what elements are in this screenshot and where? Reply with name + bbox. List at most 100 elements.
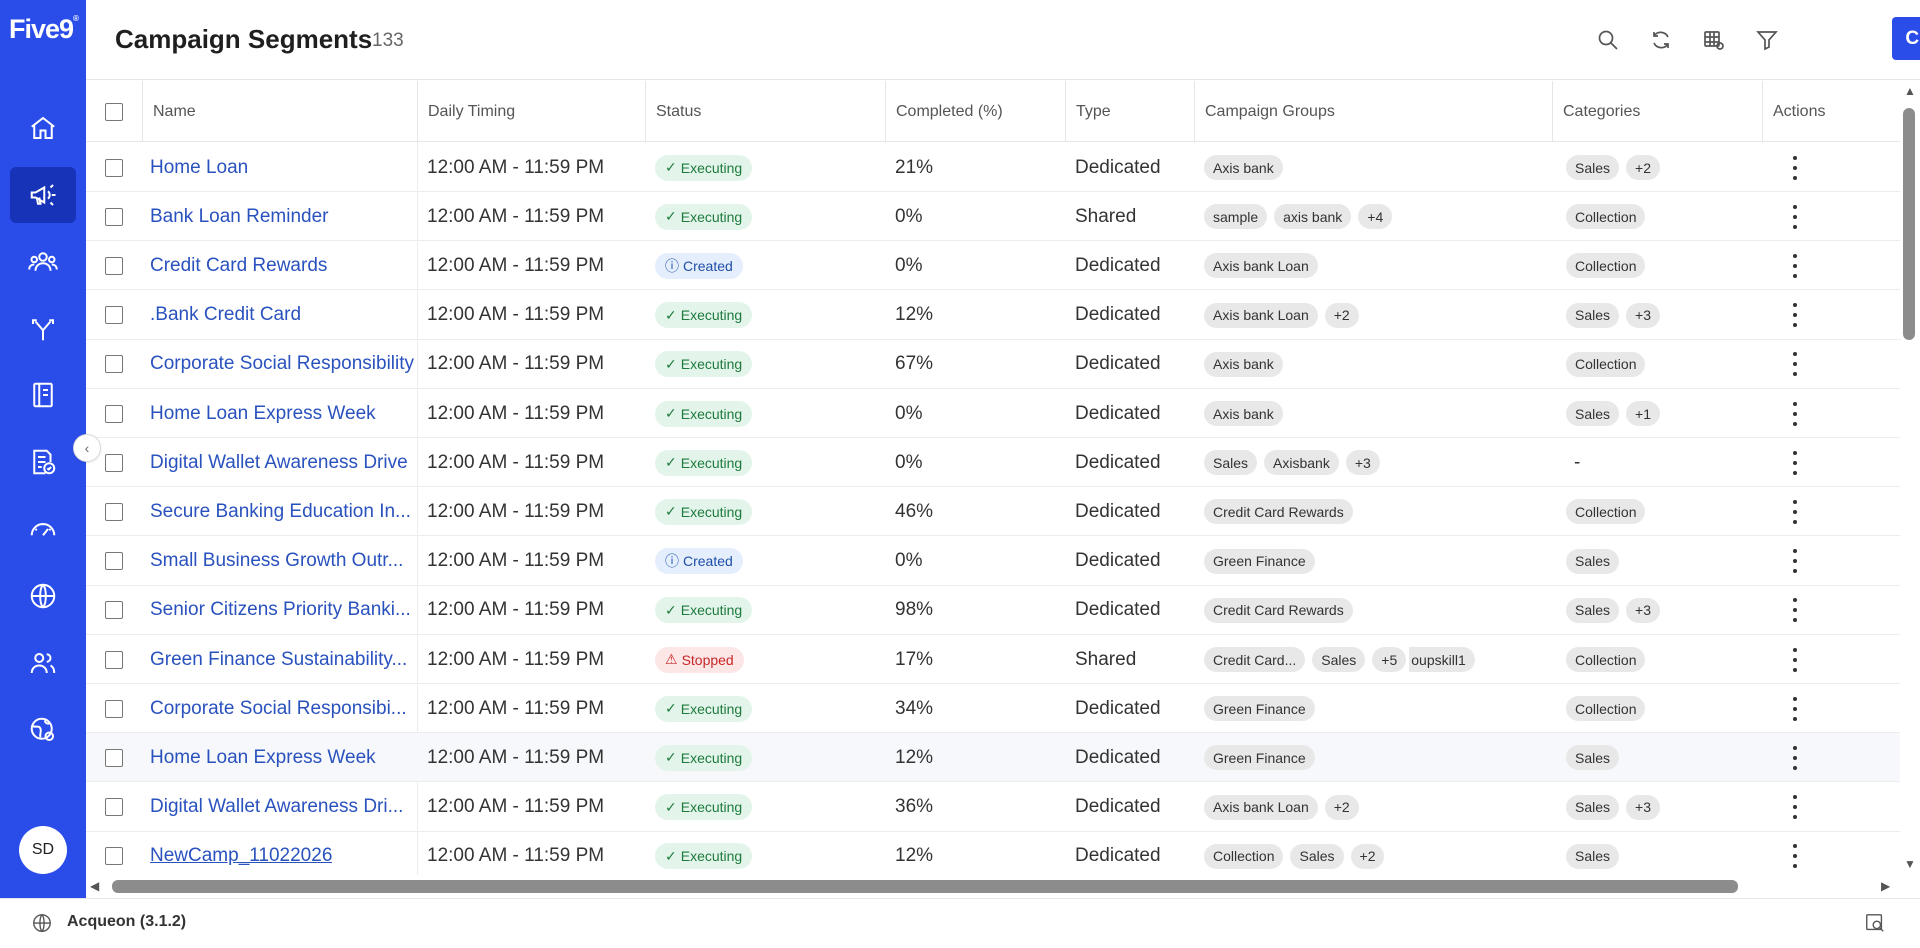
- row-checkbox[interactable]: [105, 699, 123, 718]
- nav-settings-globe[interactable]: [10, 702, 76, 758]
- table-row[interactable]: Green Finance Sustainability... 12:00 AM …: [86, 635, 1900, 684]
- campaign-group-chip[interactable]: Axisbank: [1264, 450, 1339, 476]
- nav-routing[interactable]: [10, 301, 76, 357]
- sidebar-collapse-button[interactable]: ‹: [73, 434, 101, 462]
- row-checkbox[interactable]: [105, 502, 123, 521]
- category-chip[interactable]: Collection: [1566, 696, 1646, 722]
- inspect-search-icon[interactable]: [1864, 912, 1886, 934]
- row-checkbox[interactable]: [105, 306, 123, 325]
- table-row[interactable]: Home Loan Express Week 12:00 AM - 11:59 P…: [86, 389, 1900, 438]
- category-chip[interactable]: Sales: [1566, 745, 1620, 771]
- campaign-name-link[interactable]: Home Loan Express Week: [150, 747, 376, 769]
- category-chip[interactable]: Collection: [1566, 253, 1646, 279]
- filter-button[interactable]: [1753, 26, 1781, 54]
- table-row[interactable]: Credit Card Rewards 12:00 AM - 11:59 PM ⓘ C…: [86, 241, 1900, 291]
- nav-users-group[interactable]: [10, 234, 76, 290]
- row-checkbox[interactable]: [105, 207, 123, 226]
- table-row[interactable]: Bank Loan Reminder 12:00 AM - 11:59 PM ✓ Ex…: [86, 192, 1900, 242]
- campaign-group-chip[interactable]: Credit Card Rewards: [1204, 597, 1353, 623]
- campaign-group-chip[interactable]: Credit Card...: [1204, 647, 1306, 672]
- campaign-group-chip[interactable]: Axis bank: [1204, 155, 1283, 180]
- table-row[interactable]: Corporate Social Responsibility 12:00 AM …: [86, 340, 1900, 389]
- horizontal-scrollbar-thumb[interactable]: [112, 880, 1738, 893]
- more-actions-icon[interactable]: [1792, 598, 1798, 623]
- column-header-completed[interactable]: Completed (%): [885, 81, 1065, 142]
- campaign-group-chip[interactable]: +3: [1345, 450, 1380, 476]
- table-row[interactable]: Digital Wallet Awareness Dri... 12:00 AM …: [86, 783, 1900, 832]
- table-row[interactable]: Senior Citizens Priority Banki... 12:00 A…: [86, 586, 1900, 635]
- campaign-group-chip[interactable]: Axis bank: [1204, 351, 1283, 377]
- category-chip[interactable]: Sales: [1566, 155, 1620, 180]
- table-row[interactable]: .Bank Credit Card 12:00 AM - 11:59 PM ✓ Exe…: [86, 291, 1900, 340]
- category-chip[interactable]: Sales: [1566, 401, 1620, 426]
- table-row[interactable]: Digital Wallet Awareness Drive 12:00 AM -…: [86, 438, 1900, 488]
- nav-home[interactable]: [10, 100, 76, 156]
- campaign-name-link[interactable]: Home Loan Express Week: [150, 403, 376, 425]
- campaign-group-chip[interactable]: Sales: [1204, 450, 1258, 476]
- campaign-name-link[interactable]: Small Business Growth Outr...: [150, 550, 403, 572]
- table-row[interactable]: Home Loan Express Week 12:00 AM - 11:59 P…: [86, 733, 1900, 783]
- more-actions-icon[interactable]: [1792, 253, 1798, 278]
- category-chip[interactable]: +2: [1626, 155, 1660, 180]
- category-chip[interactable]: Sales: [1566, 597, 1620, 623]
- scroll-down-arrow-icon[interactable]: ▼: [1904, 857, 1916, 871]
- campaign-group-chip[interactable]: +2: [1324, 302, 1359, 328]
- table-row[interactable]: Home Loan 12:00 AM - 11:59 PM ✓ Executing 21…: [86, 143, 1900, 192]
- more-actions-icon[interactable]: [1792, 549, 1798, 574]
- more-actions-icon[interactable]: [1792, 844, 1798, 869]
- campaign-name-link[interactable]: Credit Card Rewards: [150, 255, 327, 277]
- row-checkbox[interactable]: [105, 847, 123, 866]
- vertical-scrollbar-thumb[interactable]: [1903, 108, 1915, 340]
- scroll-right-arrow-icon[interactable]: ▶: [1881, 879, 1890, 893]
- campaign-group-chip[interactable]: Collection: [1204, 843, 1284, 869]
- row-checkbox[interactable]: [105, 355, 123, 374]
- campaign-group-chip[interactable]: Axis bank: [1204, 401, 1283, 426]
- more-actions-icon[interactable]: [1792, 499, 1798, 524]
- campaign-name-link[interactable]: Digital Wallet Awareness Dri...: [150, 796, 403, 818]
- more-actions-icon[interactable]: [1792, 696, 1798, 721]
- row-checkbox[interactable]: [105, 601, 123, 620]
- category-chip[interactable]: Sales: [1566, 794, 1620, 820]
- five9-logo[interactable]: Five9®: [9, 14, 79, 45]
- more-actions-icon[interactable]: [1792, 745, 1798, 770]
- row-checkbox[interactable]: [105, 158, 123, 177]
- row-checkbox[interactable]: [105, 798, 123, 817]
- scroll-up-arrow-icon[interactable]: ▲: [1904, 84, 1916, 98]
- category-chip[interactable]: +3: [1626, 597, 1660, 623]
- campaign-name-link[interactable]: Senior Citizens Priority Banki...: [150, 599, 411, 621]
- more-actions-icon[interactable]: [1792, 352, 1798, 377]
- category-chip[interactable]: Sales: [1566, 302, 1620, 328]
- nav-dashboard[interactable]: [10, 501, 76, 557]
- campaign-name-link[interactable]: Home Loan: [150, 157, 248, 179]
- column-settings-button[interactable]: [1700, 26, 1728, 54]
- more-actions-icon[interactable]: [1792, 647, 1798, 672]
- scroll-left-arrow-icon[interactable]: ◀: [90, 879, 99, 893]
- campaign-group-chip[interactable]: Credit Card Rewards: [1204, 499, 1353, 525]
- more-actions-icon[interactable]: [1792, 155, 1798, 180]
- column-header-status[interactable]: Status: [645, 81, 885, 142]
- campaign-name-link[interactable]: Corporate Social Responsibility: [150, 353, 414, 375]
- campaign-group-chip[interactable]: +2: [1324, 794, 1359, 820]
- campaign-name-link[interactable]: .Bank Credit Card: [150, 304, 301, 326]
- select-all-checkbox[interactable]: [105, 102, 123, 121]
- campaign-group-chip[interactable]: +5: [1372, 647, 1407, 672]
- campaign-name-link[interactable]: NewCamp_11022026: [150, 845, 332, 867]
- more-actions-icon[interactable]: [1792, 204, 1798, 229]
- nav-globe[interactable]: [10, 568, 76, 624]
- refresh-button[interactable]: [1647, 26, 1675, 54]
- more-actions-icon[interactable]: [1792, 303, 1798, 328]
- category-chip[interactable]: +3: [1626, 302, 1660, 328]
- category-chip[interactable]: Sales: [1566, 548, 1620, 574]
- nav-people[interactable]: [10, 635, 76, 691]
- create-button[interactable]: Create: [1892, 17, 1920, 60]
- column-header-categories[interactable]: Categories: [1552, 81, 1762, 142]
- campaign-name-link[interactable]: Secure Banking Education In...: [150, 501, 411, 523]
- campaign-group-chip[interactable]: Sales: [1290, 843, 1344, 869]
- campaign-group-chip[interactable]: Axis bank Loan: [1204, 302, 1318, 328]
- campaign-group-chip[interactable]: Axis bank Loan: [1204, 794, 1318, 820]
- campaign-name-link[interactable]: Green Finance Sustainability...: [150, 649, 407, 671]
- campaign-name-link[interactable]: Corporate Social Responsibi...: [150, 698, 407, 720]
- column-header-daily-timing[interactable]: Daily Timing: [417, 81, 645, 142]
- campaign-group-chip[interactable]: Green Finance: [1204, 548, 1315, 574]
- more-actions-icon[interactable]: [1792, 795, 1798, 820]
